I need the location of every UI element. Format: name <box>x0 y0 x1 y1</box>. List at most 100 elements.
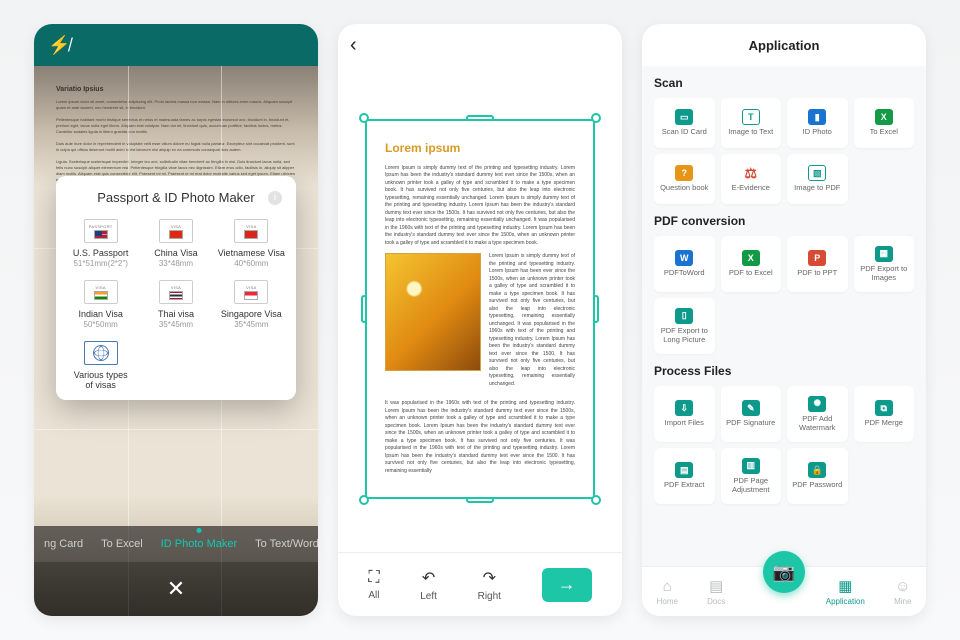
rotate-left-icon: ↶ <box>422 568 435 588</box>
section-title-pdf: PDF conversion <box>654 214 914 228</box>
tile-pdf-password[interactable]: 🔒PDF Password <box>787 448 848 504</box>
page-photo <box>385 253 481 371</box>
crop-handle-tr[interactable] <box>591 113 601 123</box>
gavel-icon: ⚖ <box>742 165 760 181</box>
nav-docs[interactable]: ▤Docs <box>707 577 725 606</box>
lock-icon: 🔒 <box>808 462 826 478</box>
tile-pdf-to-images[interactable]: ▦PDF Export to Images <box>854 236 915 292</box>
flag-in-icon <box>94 291 108 300</box>
flag-sg-icon <box>244 291 258 300</box>
bottom-nav: ⌂Home ▤Docs ▦Application ☺Mine 📷 <box>642 566 926 616</box>
crop-stage: Lorem ipsum Lorem Ipsum is simply dummy … <box>338 66 622 552</box>
person-icon: ☺ <box>895 578 910 595</box>
tile-image-to-text[interactable]: TImage to Text <box>721 98 782 148</box>
images-icon: ▦ <box>875 246 893 262</box>
ppt-icon: P <box>808 250 826 266</box>
nav-home[interactable]: ⌂Home <box>657 578 678 606</box>
tile-id-photo[interactable]: ▮ID Photo <box>787 98 848 148</box>
id-photo-modal: Passport & ID Photo Maker i PASSPORT U.S… <box>56 176 296 400</box>
tile-e-evidence[interactable]: ⚖E-Evidence <box>721 154 782 204</box>
rotate-left-button[interactable]: ↶Left <box>420 568 437 602</box>
id-type-china-visa[interactable]: VISA China Visa 33*48mm <box>139 215 212 272</box>
tile-image-to-pdf[interactable]: ▧Image to PDF <box>787 154 848 204</box>
next-button[interactable]: → <box>542 568 592 602</box>
nav-application[interactable]: ▦Application <box>826 577 865 606</box>
id-type-indian-visa[interactable]: VISA Indian Visa 50*50mm <box>64 276 137 333</box>
mode-tab[interactable]: To Excel <box>101 538 143 550</box>
id-type-us-passport[interactable]: PASSPORT U.S. Passport 51*51mm(2*2") <box>64 215 137 272</box>
excel-icon: X <box>875 109 893 125</box>
tile-to-excel[interactable]: XTo Excel <box>854 98 915 148</box>
flash-off-icon[interactable]: ⚡̸ <box>48 35 70 56</box>
doc-heading: Variatio Ipsius <box>56 86 296 93</box>
application-body[interactable]: Scan ▭Scan ID Card TImage to Text ▮ID Ph… <box>642 66 926 566</box>
word-icon: W <box>675 250 693 266</box>
arrow-right-icon: → <box>558 574 576 595</box>
tile-pdf-to-excel[interactable]: XPDF to Excel <box>721 236 782 292</box>
crop-handle-bl[interactable] <box>359 495 369 505</box>
tile-question-book[interactable]: ?Question book <box>654 154 715 204</box>
id-type-various-visas[interactable]: Various types of visas <box>64 337 137 394</box>
stamp-icon: ✺ <box>808 396 826 412</box>
page-title: Lorem ipsum <box>385 139 575 157</box>
nav-mine[interactable]: ☺Mine <box>894 578 911 606</box>
crop-all-button[interactable]: ⛶All <box>368 569 379 601</box>
crop-handle-br[interactable] <box>591 495 601 505</box>
crop-frame[interactable]: Lorem ipsum Lorem Ipsum is simply dummy … <box>365 119 595 500</box>
tile-pdf-to-word[interactable]: WPDFToWord <box>654 236 715 292</box>
mode-tabbar[interactable]: ng Card To Excel ID Photo Maker To Text/… <box>34 526 318 562</box>
id-type-singapore-visa[interactable]: VISA Singapore Visa 35*45mm <box>215 276 288 333</box>
page-paragraph: Lorem Ipsum is simply dummy text of the … <box>489 253 575 388</box>
section-title-scan: Scan <box>654 76 914 90</box>
id-type-thai-visa[interactable]: VISA Thai visa 35*45mm <box>139 276 212 333</box>
info-icon[interactable]: i <box>268 191 282 205</box>
book-icon: ? <box>675 165 693 181</box>
camera-fab[interactable]: 📷 <box>763 551 805 593</box>
merge-icon: ⧉ <box>875 400 893 416</box>
id-type-grid: PASSPORT U.S. Passport 51*51mm(2*2") VIS… <box>64 215 288 394</box>
page-paragraph: It was popularised in the 1960s with tex… <box>385 400 575 475</box>
back-icon[interactable]: ‹ <box>350 34 357 57</box>
tile-import-files[interactable]: ⇩Import Files <box>654 386 715 442</box>
rotate-right-button[interactable]: ↷Right <box>478 568 501 602</box>
close-icon[interactable]: ✕ <box>167 576 185 602</box>
mode-tab[interactable]: ng Card <box>44 538 83 550</box>
page-paragraph: Lorem Ipsum is simply dummy text of the … <box>385 165 575 248</box>
ocr-icon: T <box>742 109 760 125</box>
flag-vn-icon <box>244 230 258 239</box>
page-header: Application <box>642 24 926 66</box>
scanned-page: Lorem ipsum Lorem Ipsum is simply dummy … <box>365 119 595 500</box>
camera-topbar: ⚡̸ <box>34 24 318 66</box>
rotate-right-icon: ↷ <box>483 568 496 588</box>
grid-icon: ▦ <box>838 577 852 595</box>
crop-handle-tl[interactable] <box>359 113 369 123</box>
docs-icon: ▤ <box>709 577 723 595</box>
tile-pdf-extract[interactable]: ▤PDF Extract <box>654 448 715 504</box>
mode-tab-active[interactable]: ID Photo Maker <box>161 538 237 550</box>
extract-icon: ▤ <box>675 462 693 478</box>
tile-pdf-long-picture[interactable]: ▯PDF Export to Long Picture <box>654 298 715 354</box>
phone-application: Application Scan ▭Scan ID Card TImage to… <box>642 24 926 616</box>
camera-plus-icon: 📷 <box>773 562 795 583</box>
crop-edge-top[interactable] <box>466 115 494 121</box>
tile-pdf-to-ppt[interactable]: PPDF to PPT <box>787 236 848 292</box>
tile-pdf-watermark[interactable]: ✺PDF Add Watermark <box>787 386 848 442</box>
crop-edge-right[interactable] <box>593 295 599 323</box>
tile-scan-id-card[interactable]: ▭Scan ID Card <box>654 98 715 148</box>
crop-edge-left[interactable] <box>361 295 367 323</box>
phone-camera-id: ⚡̸ Variatio Ipsius Lorem ipsum dolor sit… <box>34 24 318 616</box>
tile-pdf-merge[interactable]: ⧉PDF Merge <box>854 386 915 442</box>
excel-icon: X <box>742 250 760 266</box>
mode-tab[interactable]: To Text/Word <box>255 538 318 550</box>
expand-icon: ⛶ <box>368 569 379 587</box>
camera-bottombar: ✕ <box>34 562 318 616</box>
person-icon: ▮ <box>808 109 826 125</box>
modal-title: Passport & ID Photo Maker <box>97 190 255 205</box>
pages-icon: ▥ <box>742 458 760 474</box>
long-image-icon: ▯ <box>675 308 693 324</box>
tile-pdf-signature[interactable]: ✎PDF Signature <box>721 386 782 442</box>
id-type-vietnamese-visa[interactable]: VISA Vietnamese Visa 40*60mm <box>215 215 288 272</box>
crop-edge-bottom[interactable] <box>466 497 494 503</box>
tile-pdf-page-adjust[interactable]: ▥PDF Page Adjustment <box>721 448 782 504</box>
camera-viewport: Variatio Ipsius Lorem ipsum dolor sit am… <box>34 66 318 616</box>
